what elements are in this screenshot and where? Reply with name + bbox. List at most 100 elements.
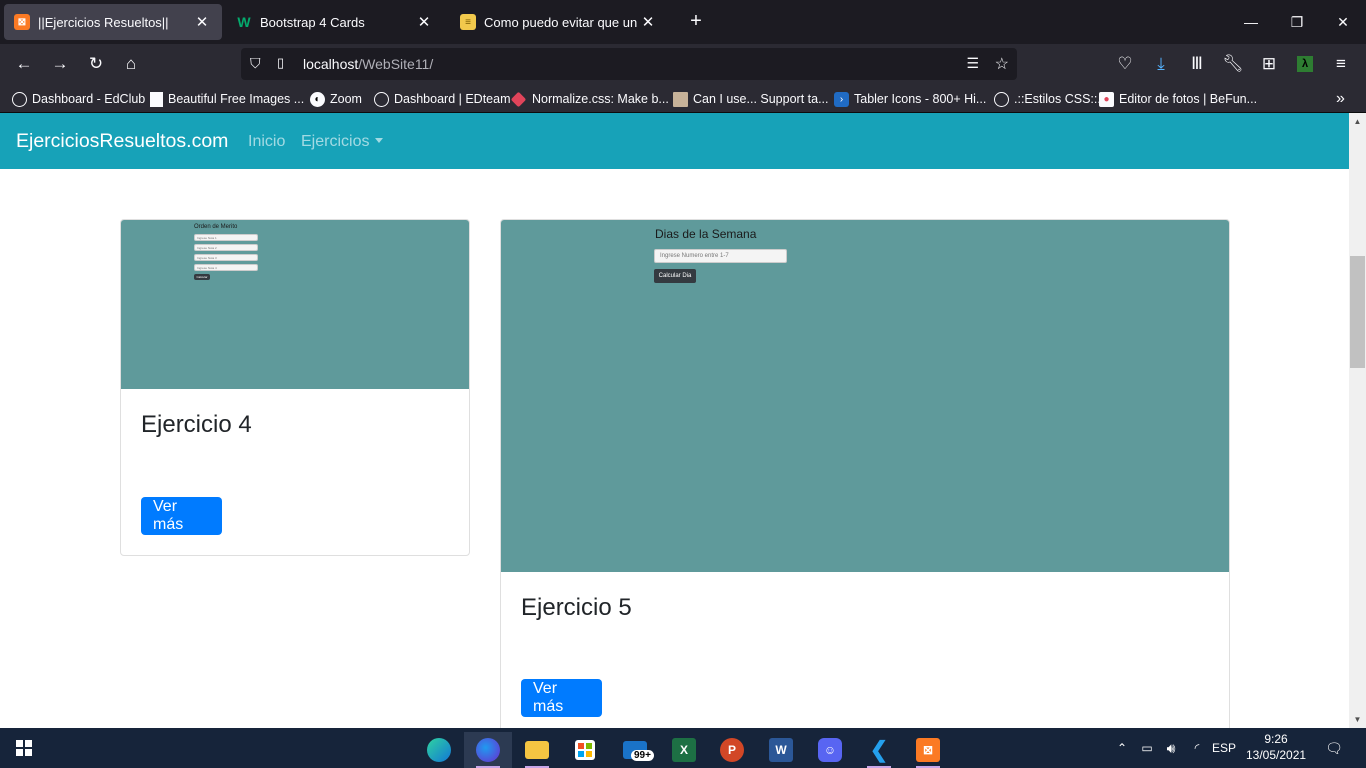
nav-dropdown-label: Ejercicios bbox=[301, 133, 370, 150]
close-icon[interactable]: ✕ bbox=[414, 13, 434, 31]
url-path: /WebSite11/ bbox=[358, 56, 434, 72]
site-brand[interactable]: EjerciciosResueltos.com bbox=[16, 130, 228, 153]
reader-view-icon[interactable]: ☰ bbox=[966, 55, 979, 72]
bookmark-item[interactable]: Dashboard | EDteam bbox=[374, 90, 511, 108]
tab-title: Como puedo evitar que un card bbox=[484, 14, 638, 30]
nav-link-inicio[interactable]: Inicio bbox=[248, 133, 285, 151]
bookmark-label: .::Estilos CSS::. bbox=[1014, 92, 1101, 106]
globe-icon bbox=[374, 91, 389, 107]
bookmark-label: Beautiful Free Images ... bbox=[168, 92, 305, 106]
tab-stackoverflow[interactable]: ≡ Como puedo evitar que un card ✕ bbox=[450, 4, 668, 40]
ver-mas-button[interactable]: Ver más bbox=[141, 497, 222, 535]
address-bar[interactable]: ⛉ ▯ localhost/WebSite11/ ☰ ☆ bbox=[241, 48, 1017, 80]
wifi-icon[interactable]: ◜ bbox=[1186, 728, 1208, 768]
bookmark-item[interactable]: › Tabler Icons - 800+ Hi... bbox=[834, 90, 986, 108]
preview-button: Calcular Dia bbox=[654, 269, 696, 283]
tab-title: ||Ejercicios Resueltos|| bbox=[38, 14, 169, 30]
battery-icon[interactable]: ▭ bbox=[1136, 728, 1158, 768]
shield-icon[interactable]: ⛉ bbox=[250, 55, 261, 72]
close-window-button[interactable]: ✕ bbox=[1320, 0, 1366, 44]
preview-input-text: Ingrese Nota 4 bbox=[197, 265, 217, 270]
library-icon[interactable]: Ⅲ bbox=[1185, 52, 1209, 76]
minimize-button[interactable]: ― bbox=[1228, 0, 1274, 44]
preview-heading: Orden de Merito bbox=[194, 224, 238, 230]
close-icon[interactable]: ✕ bbox=[192, 13, 212, 31]
volume-icon[interactable]: 🔊︎ bbox=[1160, 728, 1182, 768]
menu-icon[interactable]: ≡ bbox=[1329, 52, 1353, 76]
forward-icon[interactable]: → bbox=[48, 52, 72, 76]
word-icon[interactable]: W bbox=[757, 732, 805, 768]
chevron-up-icon[interactable]: ⌃ bbox=[1112, 728, 1132, 768]
preview-input: Ingrese Nota 4 bbox=[194, 264, 258, 271]
home-icon[interactable]: ⌂ bbox=[119, 52, 143, 76]
bookmark-label: Dashboard | EDteam bbox=[394, 92, 511, 106]
page-scrollbar[interactable]: ▲ ▼ bbox=[1349, 113, 1366, 728]
bookmark-label: Can I use... Support ta... bbox=[693, 92, 829, 106]
preview-input-text: Ingrese Nota 1 bbox=[197, 235, 217, 240]
xampp-icon[interactable]: ⊠ bbox=[904, 732, 952, 768]
preview-heading: Dias de la Semana bbox=[655, 227, 757, 241]
file-explorer-icon[interactable] bbox=[513, 732, 561, 768]
bookmark-item[interactable]: ● Editor de fotos | BeFun... bbox=[1099, 90, 1257, 108]
restore-button[interactable]: ❐ bbox=[1274, 0, 1320, 44]
powerpoint-icon[interactable]: P bbox=[708, 732, 756, 768]
notifications-icon[interactable]: 🗨︎ bbox=[1320, 728, 1348, 768]
xampp-icon: ⊠ bbox=[14, 14, 30, 30]
scrollbar-thumb[interactable] bbox=[1350, 256, 1365, 368]
reload-icon[interactable]: ↻ bbox=[84, 52, 108, 76]
store-icon[interactable] bbox=[561, 732, 609, 768]
download-icon[interactable]: ⤓ bbox=[1149, 52, 1173, 76]
windows-start-icon[interactable] bbox=[0, 728, 48, 768]
back-icon[interactable]: ← bbox=[12, 52, 36, 76]
scroll-down-icon[interactable]: ▼ bbox=[1349, 711, 1366, 728]
extension-x-icon[interactable]: λ bbox=[1293, 52, 1317, 76]
tab-ejercicios-resueltos[interactable]: ⊠ ||Ejercicios Resueltos|| ✕ bbox=[4, 4, 222, 40]
zoom-icon: ◐ bbox=[310, 91, 325, 107]
close-icon[interactable]: ✕ bbox=[638, 13, 658, 31]
firefox-icon[interactable] bbox=[464, 732, 512, 768]
caret-down-icon bbox=[375, 138, 384, 143]
globe-icon bbox=[994, 91, 1009, 107]
tab-title: Bootstrap 4 Cards bbox=[260, 14, 365, 30]
wrench-icon[interactable]: 🔧︎ bbox=[1221, 52, 1245, 76]
preview-button: Calcular bbox=[194, 274, 210, 280]
bookmark-item[interactable]: Normalize.css: Make b... bbox=[510, 90, 669, 108]
bookmark-item[interactable]: Beautiful Free Images ... bbox=[150, 90, 304, 108]
bookmark-item[interactable]: ◐ Zoom bbox=[310, 90, 362, 108]
language-indicator[interactable]: ESP bbox=[1210, 728, 1238, 768]
edge-icon[interactable] bbox=[415, 732, 463, 768]
windows-taskbar: 99+ X P W ☺ ❮ ⊠ ⌃ ▭ 🔊︎ ◜ ESP 9:26 13/05/… bbox=[0, 728, 1366, 768]
pocket-icon[interactable]: ♡ bbox=[1113, 52, 1137, 76]
preview-input: Ingrese Nota 1 bbox=[194, 234, 258, 241]
card-image-preview: Orden de Merito Ingrese Nota 1 Ingrese N… bbox=[121, 220, 469, 389]
page-icon[interactable]: ▯ bbox=[277, 55, 284, 71]
extension-grid-icon[interactable]: ⊞ bbox=[1257, 52, 1281, 76]
preview-input-text: Ingrese Nota 2 bbox=[197, 245, 217, 250]
vscode-icon[interactable]: ❮ bbox=[855, 732, 903, 768]
bookmarks-overflow-icon[interactable]: » bbox=[1336, 90, 1345, 108]
card-ejercicio-5: Dias de la Semana Ingrese Numero entre 1… bbox=[500, 219, 1230, 728]
url-text[interactable]: localhost/WebSite11/ bbox=[303, 56, 433, 72]
bookmark-label: Normalize.css: Make b... bbox=[532, 92, 669, 106]
preview-input: Ingrese Numero entre 1-7 bbox=[654, 249, 787, 263]
nav-dropdown-ejercicios[interactable]: Ejercicios bbox=[301, 133, 384, 151]
bookmark-star-icon[interactable]: ☆ bbox=[995, 54, 1009, 74]
mail-icon[interactable]: 99+ bbox=[611, 732, 659, 768]
clock-date: 13/05/2021 bbox=[1246, 748, 1307, 762]
preview-input-text: Ingrese Numero entre 1-7 bbox=[660, 253, 729, 259]
bookmark-item[interactable]: Dashboard - EdClub bbox=[12, 90, 145, 108]
bookmark-item[interactable]: Can I use... Support ta... bbox=[673, 90, 829, 108]
card-image-preview: Dias de la Semana Ingrese Numero entre 1… bbox=[501, 220, 1229, 572]
bookmark-label: Tabler Icons - 800+ Hi... bbox=[854, 92, 987, 106]
unsplash-icon bbox=[150, 91, 163, 107]
browser-toolbar: ← → ↻ ⌂ ⛉ ▯ localhost/WebSite11/ ☰ ☆ ♡ ⤓… bbox=[0, 44, 1366, 84]
bookmark-item[interactable]: .::Estilos CSS::. bbox=[994, 90, 1101, 108]
new-tab-button[interactable]: + bbox=[684, 10, 708, 34]
scroll-up-icon[interactable]: ▲ bbox=[1349, 113, 1366, 130]
discord-icon[interactable]: ☺ bbox=[806, 732, 854, 768]
tab-bootstrap-cards[interactable]: W Bootstrap 4 Cards ✕ bbox=[226, 4, 444, 40]
clock[interactable]: 9:26 13/05/2021 bbox=[1246, 731, 1306, 763]
bookmark-label: Zoom bbox=[330, 92, 362, 106]
excel-icon[interactable]: X bbox=[660, 732, 708, 768]
ver-mas-button[interactable]: Ver más bbox=[521, 679, 602, 717]
